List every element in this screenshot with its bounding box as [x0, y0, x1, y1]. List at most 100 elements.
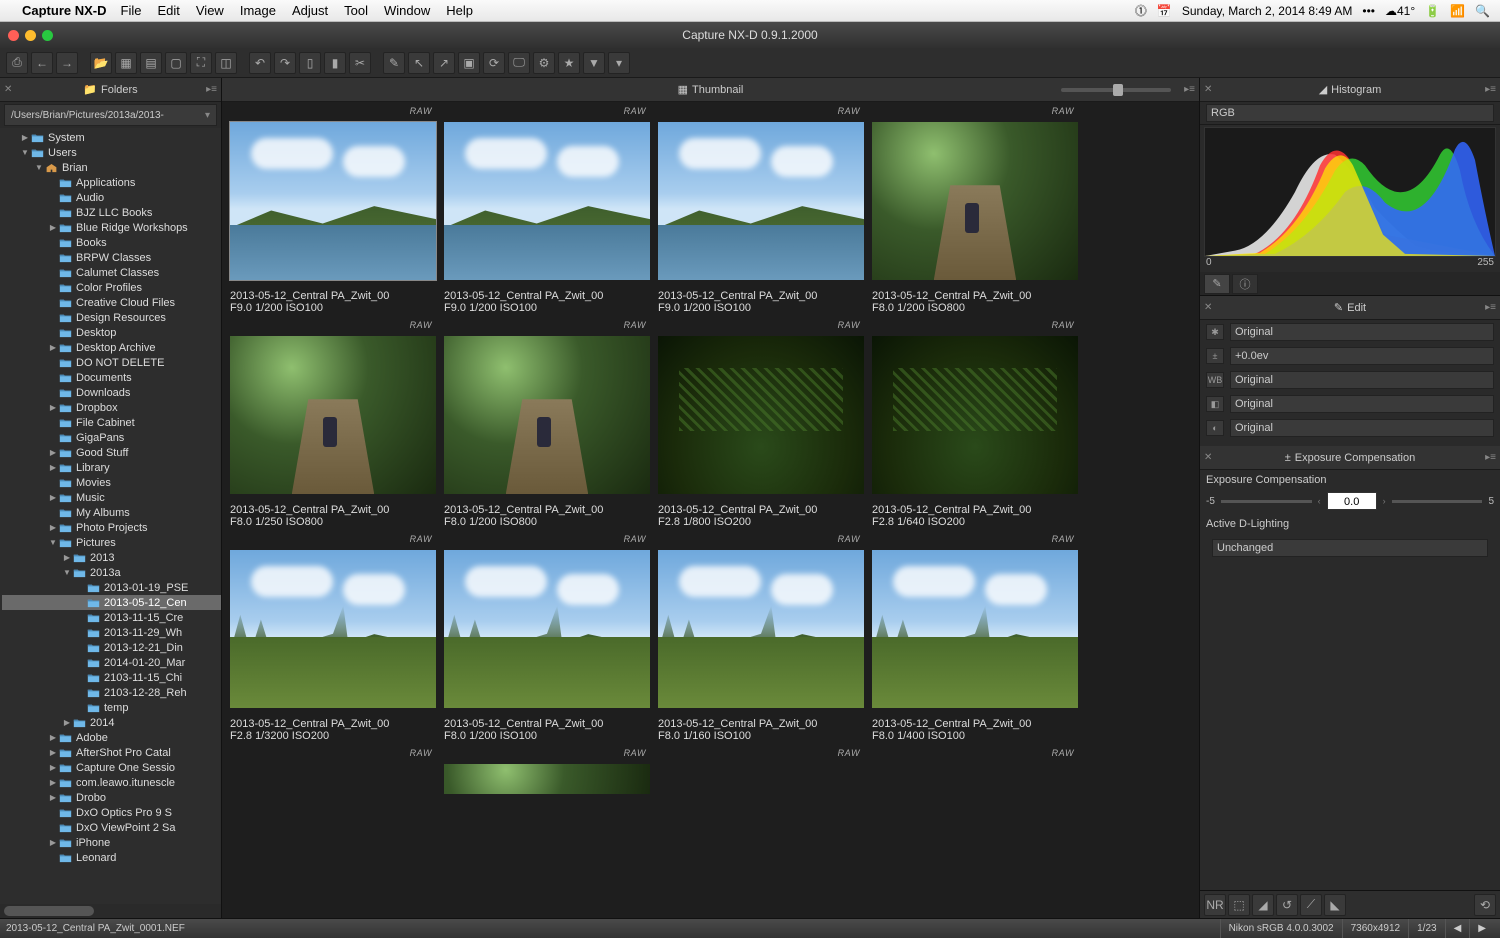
back-button[interactable]: ← [31, 52, 53, 74]
menu-window[interactable]: Window [384, 3, 430, 18]
panel-options-icon[interactable]: ▸≡ [1485, 302, 1496, 313]
folder-2013-12-21-din[interactable]: 2013-12-21_Din [2, 640, 221, 655]
open-folder-button[interactable]: 📂 [90, 52, 112, 74]
folder-tree[interactable]: ▶System▼Users▼BrianApplicationsAudioBJZ … [0, 128, 221, 904]
close-icon[interactable]: ✕ [1204, 452, 1212, 463]
refresh-button[interactable]: ⟳ [483, 52, 505, 74]
folder-library[interactable]: ▶Library [2, 460, 221, 475]
fullscreen-button[interactable]: ⛶ [190, 52, 212, 74]
eyedropper-button[interactable]: ✎ [383, 52, 405, 74]
thumbnail-image[interactable] [872, 122, 1078, 280]
folder-com-leawo-itunescle[interactable]: ▶com.leawo.itunescle [2, 775, 221, 790]
folder-creative-cloud-files[interactable]: Creative Cloud Files [2, 295, 221, 310]
redeye-button[interactable]: ↗ [433, 52, 455, 74]
menu-file[interactable]: File [121, 3, 142, 18]
disclosure-triangle[interactable]: ▶ [48, 793, 58, 802]
folder-system[interactable]: ▶System [2, 130, 221, 145]
close-icon[interactable]: ✕ [1204, 84, 1212, 95]
folder-desktop[interactable]: Desktop [2, 325, 221, 340]
close-icon[interactable]: ✕ [4, 84, 12, 95]
crop-tool-button[interactable]: ⬚ [1228, 894, 1250, 916]
thumbnail-item[interactable]: RAW2013-05-12_Central PA_Zwit_00F9.0 1/2… [230, 106, 436, 314]
rotate-cw-button[interactable]: ↷ [274, 52, 296, 74]
folder-calumet-classes[interactable]: Calumet Classes [2, 265, 221, 280]
disclosure-triangle[interactable]: ▶ [62, 718, 72, 727]
folder-2103-12-28-reh[interactable]: 2103-12-28_Reh [2, 685, 221, 700]
folder-capture-one-sessio[interactable]: ▶Capture One Sessio [2, 760, 221, 775]
nr-button[interactable]: NR [1204, 894, 1226, 916]
folder-movies[interactable]: Movies [2, 475, 221, 490]
folder-temp[interactable]: temp [2, 700, 221, 715]
disclosure-triangle[interactable]: ▶ [48, 448, 58, 457]
disclosure-triangle[interactable]: ▶ [48, 733, 58, 742]
folder-brian[interactable]: ▼Brian [2, 160, 221, 175]
sharpen-button[interactable]: ◣ [1324, 894, 1346, 916]
folder-2103-11-15-chi[interactable]: 2103-11-15_Chi [2, 670, 221, 685]
disclosure-triangle[interactable]: ▶ [48, 838, 58, 847]
rating-button[interactable]: ★ [558, 52, 580, 74]
thumbnail-item[interactable]: RAW [658, 748, 864, 794]
battery-icon[interactable]: 🔋 [1425, 4, 1440, 18]
disclosure-triangle[interactable]: ▶ [48, 763, 58, 772]
panel-options-icon[interactable]: ▸≡ [1485, 452, 1496, 463]
reset-button[interactable]: ↺ [1276, 894, 1298, 916]
edit-row-select[interactable]: +0.0ev [1230, 347, 1494, 365]
disclosure-triangle[interactable]: ▶ [48, 523, 58, 532]
thumbnail-item[interactable]: RAW2013-05-12_Central PA_Zwit_00F8.0 1/2… [872, 106, 1078, 314]
thumbnail-item[interactable]: RAW [444, 748, 650, 794]
spotlight-icon[interactable]: 🔍 [1475, 4, 1490, 18]
thumbnail-item[interactable]: RAW2013-05-12_Central PA_Zwit_00F2.8 1/8… [658, 320, 864, 528]
folder-design-resources[interactable]: Design Resources [2, 310, 221, 325]
folder-users[interactable]: ▼Users [2, 145, 221, 160]
folder-2013-05-12-cen[interactable]: 2013-05-12_Cen [2, 595, 221, 610]
disclosure-triangle[interactable]: ▼ [34, 163, 44, 172]
monitor-button[interactable]: 🖵 [508, 52, 530, 74]
chevron-down-icon[interactable]: ▾ [205, 110, 210, 121]
panel-options-icon[interactable]: ▸≡ [1485, 84, 1496, 95]
panel-options-icon[interactable]: ▸≡ [1184, 84, 1195, 95]
next-image-button[interactable]: ▶ [1469, 919, 1494, 938]
thumbnail-image[interactable] [872, 336, 1078, 494]
rotate-ccw-button[interactable]: ↶ [249, 52, 271, 74]
folder-gigapans[interactable]: GigaPans [2, 430, 221, 445]
tree-hscrollbar[interactable] [0, 904, 221, 918]
folder-2014[interactable]: ▶2014 [2, 715, 221, 730]
disclosure-triangle[interactable]: ▼ [48, 538, 58, 547]
thumbnail-image[interactable] [872, 550, 1078, 708]
folder-applications[interactable]: Applications [2, 175, 221, 190]
folder-desktop-archive[interactable]: ▶Desktop Archive [2, 340, 221, 355]
thumbnail-image[interactable] [658, 336, 864, 494]
minimize-window-button[interactable] [25, 30, 36, 41]
folder-2013a[interactable]: ▼2013a [2, 565, 221, 580]
folder-file-cabinet[interactable]: File Cabinet [2, 415, 221, 430]
zoom-window-button[interactable] [42, 30, 53, 41]
adl-select[interactable]: Unchanged [1212, 539, 1488, 557]
menu-help[interactable]: Help [446, 3, 473, 18]
disclosure-triangle[interactable]: ▶ [48, 778, 58, 787]
thumbnail-image[interactable] [444, 336, 650, 494]
disclosure-triangle[interactable]: ▼ [62, 568, 72, 577]
align-right-button[interactable]: ▮ [324, 52, 346, 74]
exposure-value[interactable]: 0.0 [1327, 492, 1377, 510]
filmstrip-view-button[interactable]: ▤ [140, 52, 162, 74]
folder-books[interactable]: Books [2, 235, 221, 250]
thumbnail-size-slider[interactable] [1061, 88, 1171, 92]
thumbnail-item[interactable]: RAW2013-05-12_Central PA_Zwit_00F2.8 1/3… [230, 534, 436, 742]
align-left-button[interactable]: ▯ [299, 52, 321, 74]
folder-color-profiles[interactable]: Color Profiles [2, 280, 221, 295]
compare-button[interactable]: ◫ [215, 52, 237, 74]
folder-my-albums[interactable]: My Albums [2, 505, 221, 520]
edit-row-select[interactable]: Original [1230, 419, 1494, 437]
undo-button[interactable]: ⟲ [1474, 894, 1496, 916]
edit-row-select[interactable]: Original [1230, 323, 1494, 341]
edit-row-select[interactable]: Original [1230, 395, 1494, 413]
thumbnail-item[interactable]: RAW2013-05-12_Central PA_Zwit_00F8.0 1/1… [658, 534, 864, 742]
thumbnail-item[interactable]: RAW2013-05-12_Central PA_Zwit_00F9.0 1/2… [658, 106, 864, 314]
folder-bjz-llc-books[interactable]: BJZ LLC Books [2, 205, 221, 220]
disclosure-triangle[interactable]: ▶ [48, 403, 58, 412]
grid-view-button[interactable]: ▦ [115, 52, 137, 74]
folder-documents[interactable]: Documents [2, 370, 221, 385]
path-bar[interactable]: /Users/Brian/Pictures/2013a/2013- ▾ [4, 104, 217, 126]
exposure-slider[interactable]: -5 ‹ 0.0 › 5 [1206, 492, 1494, 510]
weather-icon[interactable]: ☁41° [1385, 4, 1415, 18]
